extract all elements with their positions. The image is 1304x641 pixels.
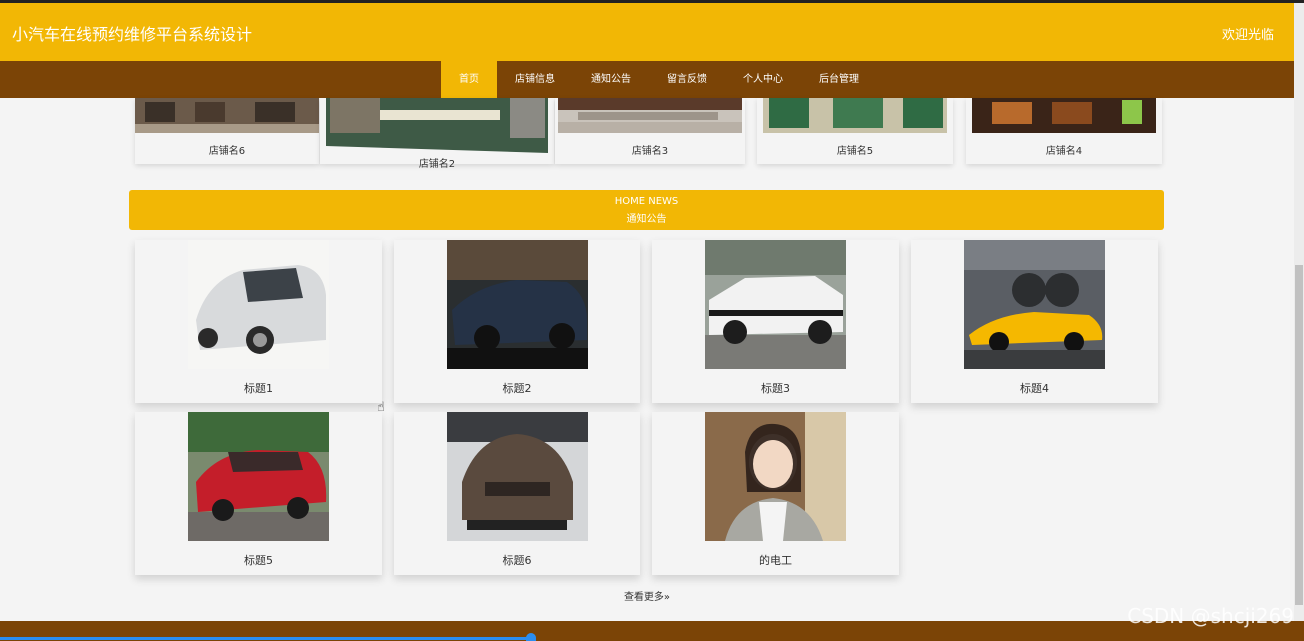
news-thumbnail bbox=[705, 412, 846, 541]
store-card[interactable]: 店铺名2 bbox=[320, 98, 554, 170]
news-thumbnail bbox=[188, 412, 329, 541]
store-name: 店铺名5 bbox=[836, 146, 874, 157]
site-header: 小汽车在线预约维修平台系统设计 欢迎光临 bbox=[0, 3, 1294, 61]
store-photo bbox=[763, 98, 947, 133]
news-title: 的电工 bbox=[759, 554, 792, 567]
store-card[interactable]: 店铺名4 bbox=[966, 98, 1162, 164]
news-thumbnail bbox=[188, 240, 329, 369]
news-card[interactable]: 标题4 bbox=[911, 240, 1158, 403]
nav-item-profile[interactable]: 个人中心 bbox=[725, 61, 801, 98]
news-title: 标题2 bbox=[502, 382, 532, 395]
store-photo bbox=[326, 98, 548, 153]
store-card[interactable]: 店铺名3 bbox=[555, 98, 745, 164]
view-more-link[interactable]: 查看更多» bbox=[0, 588, 1294, 603]
nav-item-home[interactable]: 首页 bbox=[441, 61, 497, 98]
news-section-header: HOME NEWS 通知公告 bbox=[129, 190, 1164, 230]
nav-item-admin[interactable]: 后台管理 bbox=[801, 61, 877, 98]
news-thumbnail bbox=[705, 240, 846, 369]
news-card[interactable]: 标题3 bbox=[652, 240, 899, 403]
news-card[interactable]: 的电工 bbox=[652, 412, 899, 575]
news-thumbnail bbox=[964, 240, 1105, 369]
page-scrollbar[interactable] bbox=[1294, 3, 1304, 622]
store-name: 店铺名3 bbox=[631, 146, 669, 157]
store-photo bbox=[972, 98, 1156, 133]
news-title: 标题3 bbox=[761, 382, 790, 395]
store-name: 店铺名4 bbox=[1045, 146, 1083, 157]
news-title: 标题1 bbox=[244, 382, 273, 395]
store-card[interactable]: 店铺名5 bbox=[757, 98, 953, 164]
progress-handle bbox=[526, 633, 536, 641]
news-title: 标题5 bbox=[244, 554, 273, 567]
news-thumbnail bbox=[447, 240, 588, 369]
main-nav: 首页 店铺信息 通知公告 留言反馈 个人中心 后台管理 bbox=[0, 61, 1294, 98]
store-name: 店铺名2 bbox=[418, 159, 456, 170]
progress-line bbox=[0, 637, 530, 640]
nav-item-stores[interactable]: 店铺信息 bbox=[497, 61, 573, 98]
hand-cursor-icon: ☝ bbox=[377, 400, 385, 415]
news-card[interactable]: 标题2 bbox=[394, 240, 640, 403]
site-title: 小汽车在线预约维修平台系统设计 bbox=[12, 25, 253, 44]
news-card[interactable]: 标题1 bbox=[135, 240, 382, 403]
nav-item-notices[interactable]: 通知公告 bbox=[573, 61, 649, 98]
store-photo bbox=[135, 98, 319, 133]
store-photo bbox=[558, 98, 742, 133]
news-title: 标题4 bbox=[1020, 382, 1049, 395]
welcome-text: 欢迎光临 bbox=[1221, 28, 1274, 43]
news-thumbnail bbox=[447, 412, 588, 541]
news-card[interactable]: 标题6 bbox=[394, 412, 640, 575]
store-card[interactable]: 店铺名6 bbox=[135, 98, 319, 164]
news-title-en: HOME NEWS bbox=[614, 196, 679, 207]
store-name: 店铺名6 bbox=[208, 146, 246, 157]
watermark-text: CSDN @shcji269 bbox=[1127, 604, 1294, 628]
scrollbar-thumb[interactable] bbox=[1295, 265, 1303, 605]
nav-item-feedback[interactable]: 留言反馈 bbox=[649, 61, 725, 98]
news-title-cn: 通知公告 bbox=[626, 214, 667, 225]
news-card[interactable]: 标题5 bbox=[135, 412, 382, 575]
news-title: 标题6 bbox=[502, 554, 532, 567]
